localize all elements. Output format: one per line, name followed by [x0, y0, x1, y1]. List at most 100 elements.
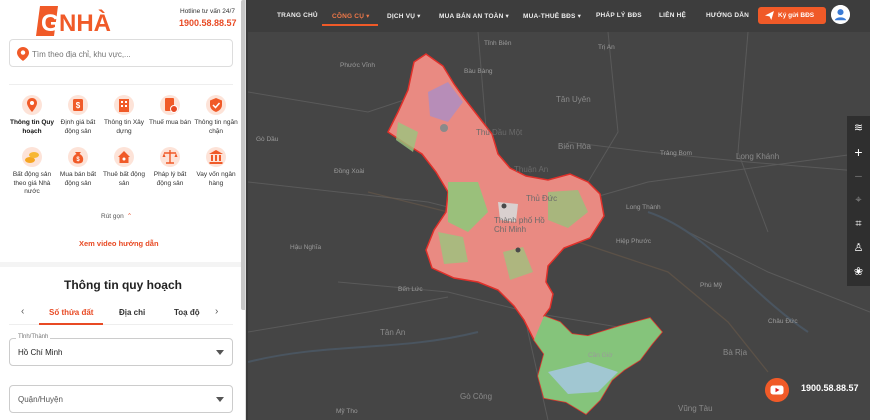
- section-divider: [0, 262, 245, 267]
- register-property-button[interactable]: Ký gửi BĐS: [758, 7, 826, 24]
- footer-phone[interactable]: 1900.58.88.57: [801, 383, 859, 393]
- shield-icon: [206, 95, 226, 115]
- tool-label: Vay vốn ngân hàng: [196, 171, 236, 187]
- map-label: Tỉnh Biên: [484, 40, 512, 47]
- province-select[interactable]: Tỉnh/Thành Hồ Chí Minh: [9, 334, 233, 366]
- coins-icon: [22, 147, 42, 167]
- tool-label: Thông tin ngăn chặn: [194, 119, 238, 135]
- province-label: Tỉnh/Thành: [16, 334, 51, 340]
- nav-guide[interactable]: HƯỚNG DẪN: [706, 12, 749, 19]
- search-input[interactable]: [32, 44, 228, 64]
- collapse-button[interactable]: Rút gọn ⌃: [101, 212, 132, 220]
- tab-parcel-number[interactable]: Số thửa đất: [49, 308, 93, 317]
- tool-tax[interactable]: Thuế mua bán: [147, 94, 193, 128]
- map-label: Thành phố Hồ Chí Minh: [494, 216, 545, 234]
- valuation-icon: $: [68, 95, 88, 115]
- tool-label: Thuế mua bán: [149, 119, 191, 126]
- map-label: Long Khánh: [736, 152, 780, 161]
- map-label: Thuận An: [514, 165, 549, 174]
- nav-safe-trading[interactable]: MUA BÁN AN TOÀN ▾: [439, 12, 509, 20]
- nav-tools[interactable]: CÔNG CỤ ▾: [332, 12, 370, 20]
- gnha-logo[interactable]: G NHÀ: [36, 4, 128, 38]
- measure-icon[interactable]: ⌗: [847, 214, 870, 234]
- district-select[interactable]: Quận/Huyện: [9, 385, 233, 413]
- nav-home[interactable]: TRANG CHỦ: [277, 12, 318, 19]
- tab-coordinates[interactable]: Toạ độ: [174, 308, 200, 317]
- zoom-in-button[interactable]: +: [847, 142, 870, 162]
- street-view-icon[interactable]: ♙: [847, 238, 870, 258]
- active-nav-indicator: [322, 24, 378, 26]
- top-nav: TRANG CHỦ CÔNG CỤ ▾ DỊCH VỤ ▾ MUA BÁN AN…: [248, 0, 870, 32]
- map-label: Long Thành: [626, 204, 661, 211]
- tool-label: Thông tin Xây dựng: [103, 119, 145, 135]
- map-label: Thủ Đức: [526, 194, 558, 203]
- map-label: Thủ Dầu Một: [476, 128, 523, 137]
- planning-icon: [22, 95, 42, 115]
- tool-planning[interactable]: Thông tin Quy hoạch: [9, 94, 55, 136]
- sidebar-scrollbar[interactable]: [241, 0, 245, 310]
- map-label: Châu Đức: [768, 318, 798, 325]
- map-label: Trị An: [598, 44, 615, 51]
- map-label: Cần Giờ: [588, 352, 613, 359]
- zoom-out-button[interactable]: −: [847, 166, 870, 186]
- province-value: Hồ Chí Minh: [18, 348, 63, 357]
- tool-valuation[interactable]: $ Định giá bất động sản: [55, 94, 101, 136]
- tool-rent[interactable]: Thuê bất động sản: [101, 146, 147, 188]
- location-icon[interactable]: ⌖: [847, 190, 870, 210]
- location-pin-icon: [17, 47, 29, 61]
- svg-text:NHÀ: NHÀ: [59, 9, 111, 37]
- palette-icon[interactable]: ❀: [847, 262, 870, 282]
- nav-services-label: DỊCH VỤ: [387, 13, 416, 20]
- tool-blocking-info[interactable]: Thông tin ngăn chặn: [193, 94, 239, 136]
- nav-services[interactable]: DỊCH VỤ ▾: [387, 12, 421, 20]
- map-label: Vũng Tàu: [678, 404, 713, 413]
- send-icon: [765, 11, 774, 20]
- chevron-right-icon[interactable]: ›: [215, 306, 218, 317]
- hotline-label: Hotline tư vấn 24/7: [180, 8, 235, 15]
- caret-down-icon: [216, 350, 224, 355]
- tool-label: Thông tin Quy hoạch: [9, 119, 55, 135]
- sidebar: G NHÀ Hotline tư vấn 24/7 1900.58.88.57 …: [0, 0, 246, 420]
- chevron-up-icon: ⌃: [126, 213, 133, 220]
- tool-buy-sell[interactable]: $ Mua bán bất động sản: [55, 146, 101, 188]
- map-label: Tân An: [380, 328, 406, 337]
- youtube-icon[interactable]: [765, 378, 789, 402]
- tool-bank-loan[interactable]: Vay vốn ngân hàng: [193, 146, 239, 188]
- register-label: Ký gửi BĐS: [778, 12, 815, 19]
- map-label: Bàu Bàng: [464, 68, 493, 75]
- user-avatar-icon[interactable]: [831, 5, 850, 24]
- map-label: Phú Mỹ: [700, 282, 723, 289]
- layers-icon[interactable]: ≋: [847, 118, 870, 138]
- map-canvas: [248, 32, 870, 420]
- nav-contact[interactable]: LIÊN HỆ: [659, 12, 686, 19]
- search-box[interactable]: [9, 39, 233, 67]
- caret-down-icon: [216, 397, 224, 402]
- chevron-left-icon[interactable]: ‹: [21, 306, 24, 317]
- map-label: Gò Dầu: [256, 136, 279, 143]
- header-row: G NHÀ Hotline tư vấn 24/7 1900.58.88.57: [0, 0, 245, 40]
- nav-tools-label: CÔNG CỤ: [332, 13, 365, 20]
- video-guide-link[interactable]: Xem video hướng dẫn: [79, 239, 159, 248]
- map-label: Đồng Xoài: [334, 168, 365, 175]
- tool-legal[interactable]: Pháp lý bất động sản: [147, 146, 193, 188]
- tool-state-price[interactable]: Bất động sản theo giá Nhà nước: [9, 146, 55, 197]
- divider: [9, 84, 233, 85]
- map-view[interactable]: Tỉnh Biên Trị An Phước Vĩnh Gò Dầu Bàu B…: [248, 32, 870, 420]
- map-label: Bến Lức: [398, 286, 423, 293]
- svg-text:G: G: [41, 10, 60, 37]
- tab-address[interactable]: Địa chỉ: [119, 308, 145, 317]
- map-label: Hậu Nghĩa: [290, 244, 322, 251]
- map-label: Mỹ Tho: [336, 408, 358, 415]
- building-icon: [114, 95, 134, 115]
- tool-construction[interactable]: Thông tin Xây dựng: [101, 94, 147, 136]
- tool-label: Pháp lý bất động sản: [153, 171, 187, 187]
- nav-buy-rent-label: MUA-THUÊ BĐS: [523, 13, 576, 20]
- map-label: Gò Công: [460, 392, 493, 401]
- scales-icon: [160, 147, 180, 167]
- house-key-icon: [114, 147, 134, 167]
- hotline-number[interactable]: 1900.58.88.57: [179, 18, 237, 28]
- district-placeholder: Quận/Huyện: [18, 395, 63, 404]
- map-label: Phước Vĩnh: [340, 62, 375, 69]
- nav-legal[interactable]: PHÁP LÝ BĐS: [596, 12, 642, 19]
- nav-buy-rent[interactable]: MUA-THUÊ BĐS ▾: [523, 12, 581, 20]
